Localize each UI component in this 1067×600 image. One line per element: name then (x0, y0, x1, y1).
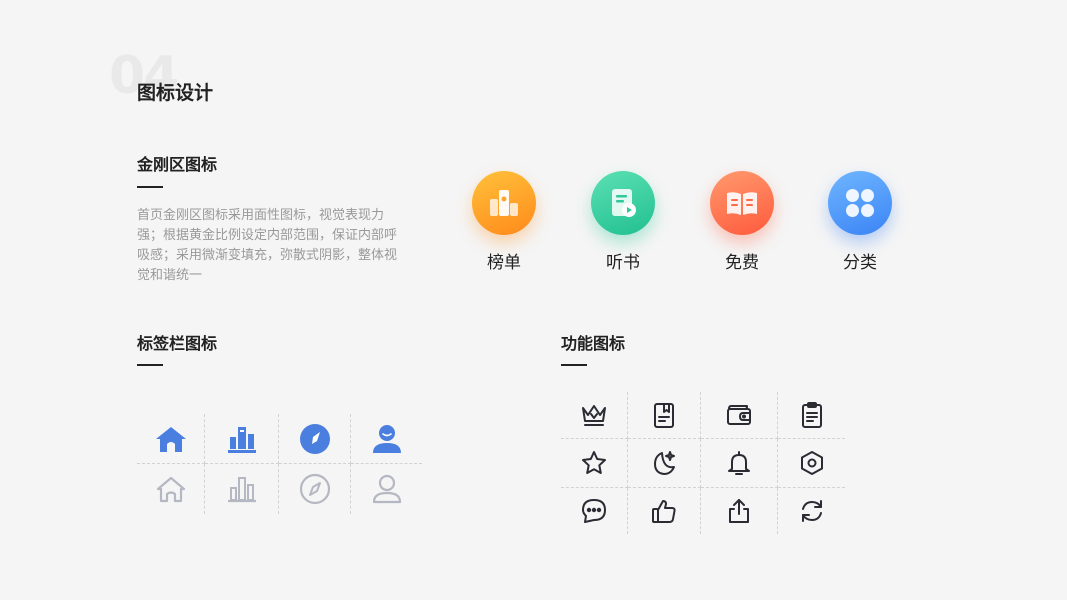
kingkong-label: 榜单 (487, 253, 521, 273)
functional-title-underline (561, 364, 587, 366)
chart-icon[interactable] (205, 464, 279, 514)
category-icon (828, 171, 892, 235)
share-icon[interactable] (701, 488, 778, 534)
bookmark-book-icon[interactable] (628, 392, 701, 439)
clipboard-icon[interactable] (778, 392, 845, 439)
wallet-icon[interactable] (701, 392, 778, 439)
thumbs-up-icon[interactable] (628, 488, 701, 534)
ranking-icon (472, 171, 536, 235)
compass-icon[interactable] (279, 414, 351, 464)
kingkong-label: 分类 (843, 253, 877, 273)
kingkong-item-ranking[interactable]: 榜单 (469, 171, 539, 273)
compass-icon[interactable] (279, 464, 351, 514)
functional-icon-grid (561, 392, 845, 534)
user-icon[interactable] (351, 414, 422, 464)
star-icon[interactable] (561, 439, 628, 488)
tabbar-title-underline (137, 364, 163, 366)
refresh-icon[interactable] (778, 488, 845, 534)
tabbar-section-title: 标签栏图标 (137, 334, 218, 353)
chat-icon[interactable] (561, 488, 628, 534)
open-book-icon (710, 171, 774, 235)
kingkong-description: 首页金刚区图标采用面性图标，视觉表现力强；根据黄金比例设定内部范围，保证内部呼吸… (137, 208, 398, 283)
bell-icon[interactable] (701, 439, 778, 488)
kingkong-item-category[interactable]: 分类 (825, 171, 895, 273)
kingkong-label: 免费 (725, 253, 759, 273)
hexagon-settings-icon[interactable] (778, 439, 845, 488)
functional-section-title: 功能图标 (561, 334, 626, 353)
kingkong-item-free[interactable]: 免费 (707, 171, 777, 273)
kingkong-item-audiobook[interactable]: 听书 (588, 171, 658, 273)
crown-icon[interactable] (561, 392, 628, 439)
tabbar-icon-grid (137, 414, 422, 514)
kingkong-label: 听书 (606, 253, 640, 273)
user-icon[interactable] (351, 464, 422, 514)
audiobook-icon (591, 171, 655, 235)
page-title: 图标设计 (137, 82, 214, 104)
home-icon[interactable] (137, 464, 205, 514)
chart-icon[interactable] (205, 414, 279, 464)
home-icon[interactable] (137, 414, 205, 464)
kingkong-section-title: 金刚区图标 (137, 155, 218, 174)
moon-star-icon[interactable] (628, 439, 701, 488)
kingkong-title-underline (137, 186, 163, 188)
